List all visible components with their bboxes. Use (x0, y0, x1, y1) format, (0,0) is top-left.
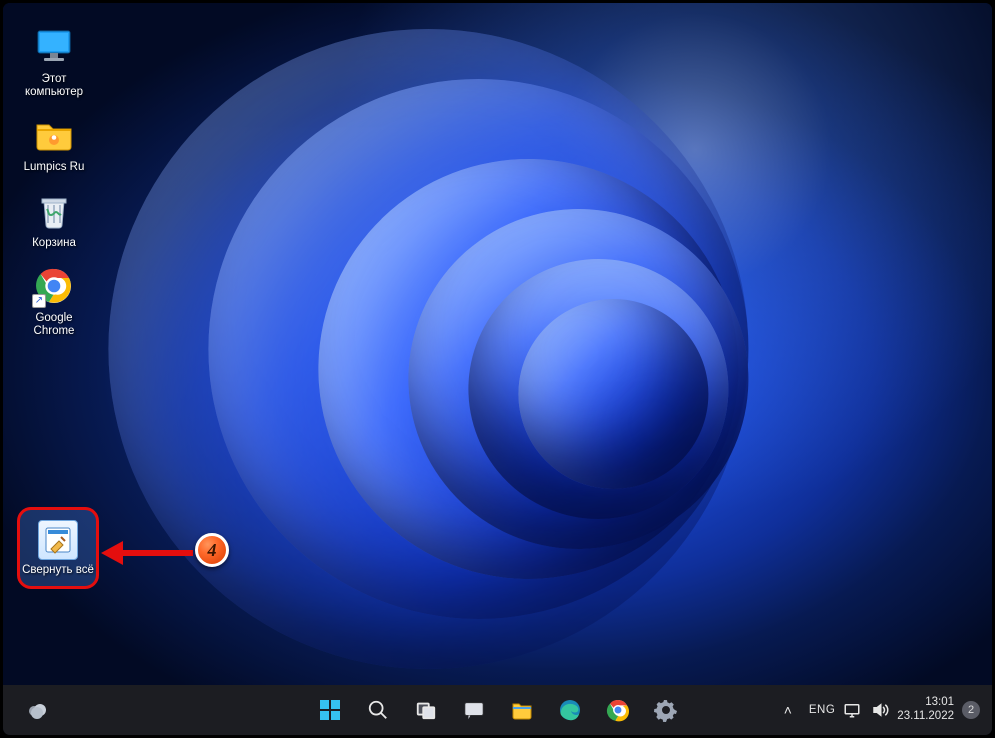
language-indicator[interactable]: ENG (809, 704, 835, 716)
desktop-icon-lumpics[interactable]: Lumpics Ru (15, 109, 93, 178)
chat-button[interactable] (454, 690, 494, 730)
start-button[interactable] (310, 690, 350, 730)
volume-icon (871, 701, 889, 719)
wallpaper-bloom (148, 89, 908, 649)
desktop-icon-show-desktop-shortcut[interactable]: Свернуть всё (17, 507, 99, 589)
clock[interactable]: 13:01 23.11.2022 (897, 696, 954, 724)
task-view-button[interactable] (406, 690, 446, 730)
desktop-icon-chrome[interactable]: ↗ Google Chrome (15, 260, 93, 342)
notification-badge[interactable]: 2 (962, 701, 980, 719)
desktop-icon-this-pc[interactable]: Этот компьютер (15, 21, 93, 103)
annotation-step-badge: 4 (195, 533, 229, 567)
folder-icon (32, 113, 76, 157)
network-icon (843, 701, 861, 719)
search-button[interactable] (358, 690, 398, 730)
shortcut-arrow-icon: ↗ (32, 294, 46, 308)
monitor-icon (32, 25, 76, 69)
taskbar: ˄ ENG 13:01 23.11.2022 2 (3, 685, 992, 735)
desktop-icon-recycle-bin[interactable]: Корзина (15, 185, 93, 254)
desktop-icon-label: Google Chrome (15, 312, 93, 338)
chevron-up-icon: ˄ (784, 702, 792, 718)
show-desktop-icon (38, 520, 78, 560)
weather-widget-button[interactable] (17, 690, 57, 730)
annotation-arrow (101, 543, 193, 563)
desktop-icon-label: Этот компьютер (15, 73, 93, 99)
edge-button[interactable] (550, 690, 590, 730)
settings-button[interactable] (646, 690, 686, 730)
desktop-icon-label: Корзина (15, 237, 93, 250)
chrome-taskbar-button[interactable] (598, 690, 638, 730)
recycle-bin-icon (32, 189, 76, 233)
desktop-icon-label: Lumpics Ru (15, 161, 93, 174)
file-explorer-button[interactable] (502, 690, 542, 730)
system-tray[interactable] (843, 701, 889, 719)
clock-time: 13:01 (925, 696, 954, 710)
chrome-icon: ↗ (32, 264, 76, 308)
desktop-icon-label: Свернуть всё (22, 564, 94, 576)
tray-overflow-button[interactable]: ˄ (775, 690, 801, 730)
desktop-wallpaper[interactable] (3, 3, 992, 735)
clock-date: 23.11.2022 (897, 710, 954, 724)
